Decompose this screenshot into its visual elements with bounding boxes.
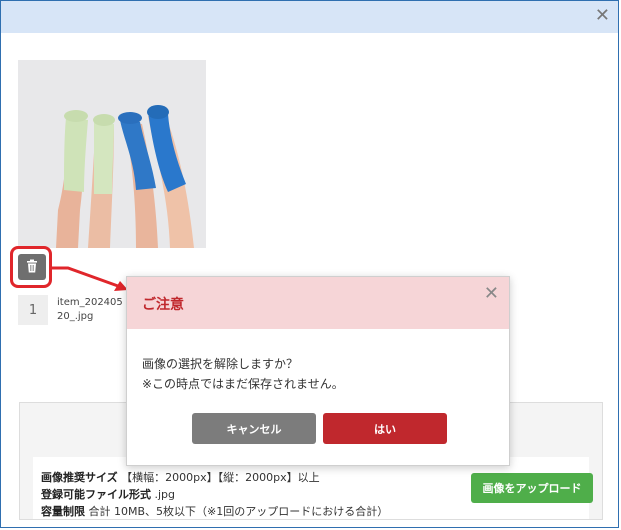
modal-message-line2: ※この時点ではまだ保存されません。 (142, 377, 344, 391)
spec-label: 登録可能ファイル形式 (41, 488, 151, 501)
spec-size-limit: 容量制限 合計 10MB、5枚以下（※1回のアップロードにおける合計） (41, 503, 388, 519)
spec-value: 【横幅：2000px】【縦：2000px】以上 (117, 471, 320, 484)
modal-title: ご注意 (142, 297, 184, 313)
upload-spec-box: 画像推奨サイズ 【横幅：2000px】【縦：2000px】以上 登録可能ファイル… (33, 457, 593, 519)
delete-image-button[interactable] (18, 254, 46, 280)
modal-close-icon[interactable]: ✕ (484, 283, 499, 304)
spec-value: .jpg (151, 488, 176, 501)
item-filename: item_20240520_.jpg (57, 297, 123, 322)
upload-image-button[interactable]: 画像をアップロード (471, 473, 593, 503)
window-titlebar: ✕ (1, 1, 618, 33)
spec-recommended-size: 画像推奨サイズ 【横幅：2000px】【縦：2000px】以上 (41, 469, 320, 485)
spec-label: 画像推奨サイズ (41, 471, 118, 484)
confirm-yes-button[interactable]: はい (323, 413, 447, 444)
item-index-badge: 1 (18, 295, 48, 325)
confirm-modal: ご注意 ✕ 画像の選択を解除しますか？ ※この時点ではまだ保存されません。 キャ… (126, 276, 510, 466)
spec-file-format: 登録可能ファイル形式 .jpg (41, 486, 175, 502)
item-photo (18, 60, 206, 248)
modal-message-line1: 画像の選択を解除しますか？ (142, 357, 299, 371)
modal-header: ご注意 ✕ (127, 277, 509, 329)
spec-label: 容量制限 (41, 505, 85, 518)
cancel-button[interactable]: キャンセル (192, 413, 316, 444)
window-close-icon[interactable]: ✕ (595, 5, 610, 26)
trash-icon (26, 258, 38, 277)
spec-value: 合計 10MB、5枚以下（※1回のアップロードにおける合計） (85, 505, 389, 518)
